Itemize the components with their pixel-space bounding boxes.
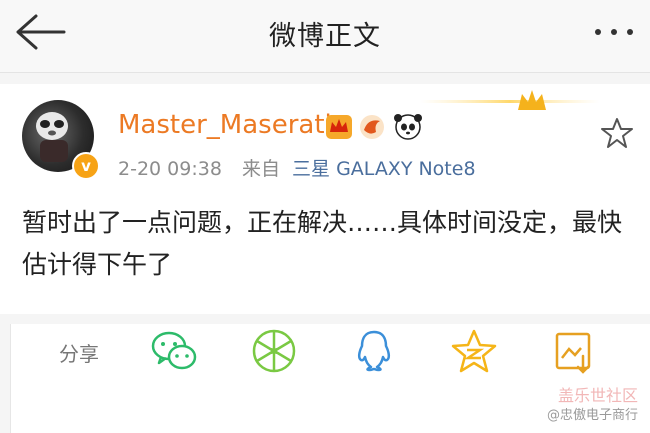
vip-crown-icon	[326, 115, 352, 139]
wechat-moments-icon[interactable]	[249, 326, 299, 376]
crown-decoration-icon	[420, 90, 600, 110]
save-image-icon[interactable]	[549, 326, 599, 376]
avatar[interactable]: v	[22, 100, 100, 182]
source-prefix: 来自	[241, 158, 280, 180]
wechat-icon[interactable]	[149, 326, 199, 376]
page-title: 微博正文	[269, 21, 381, 52]
top-bar: 微博正文	[0, 0, 650, 73]
qzone-icon[interactable]	[449, 326, 499, 376]
post-time: 2-20 09:38	[118, 158, 222, 180]
phoenix-icon	[360, 115, 384, 139]
qq-icon[interactable]	[349, 326, 399, 376]
post-meta: 2-20 09:38 来自 三星 GALAXY Note8	[118, 154, 476, 181]
watermark-title: 盖乐世社区	[557, 386, 638, 405]
verified-badge-icon: v	[72, 152, 100, 180]
user-badges	[326, 114, 422, 140]
more-dots-icon[interactable]	[592, 22, 636, 42]
share-label: 分享	[59, 342, 99, 366]
username-link[interactable]: Master_Maserati	[118, 110, 332, 140]
source-link[interactable]: 三星 GALAXY Note8	[292, 158, 476, 180]
panda-icon	[394, 114, 422, 140]
favorite-star-icon[interactable]	[600, 116, 634, 150]
watermark-subtitle: @忠傲电子商行	[546, 408, 638, 423]
post-text: 暂时出了一点问题，正在解决……具体时间没定，最快估计得下午了	[22, 208, 623, 279]
